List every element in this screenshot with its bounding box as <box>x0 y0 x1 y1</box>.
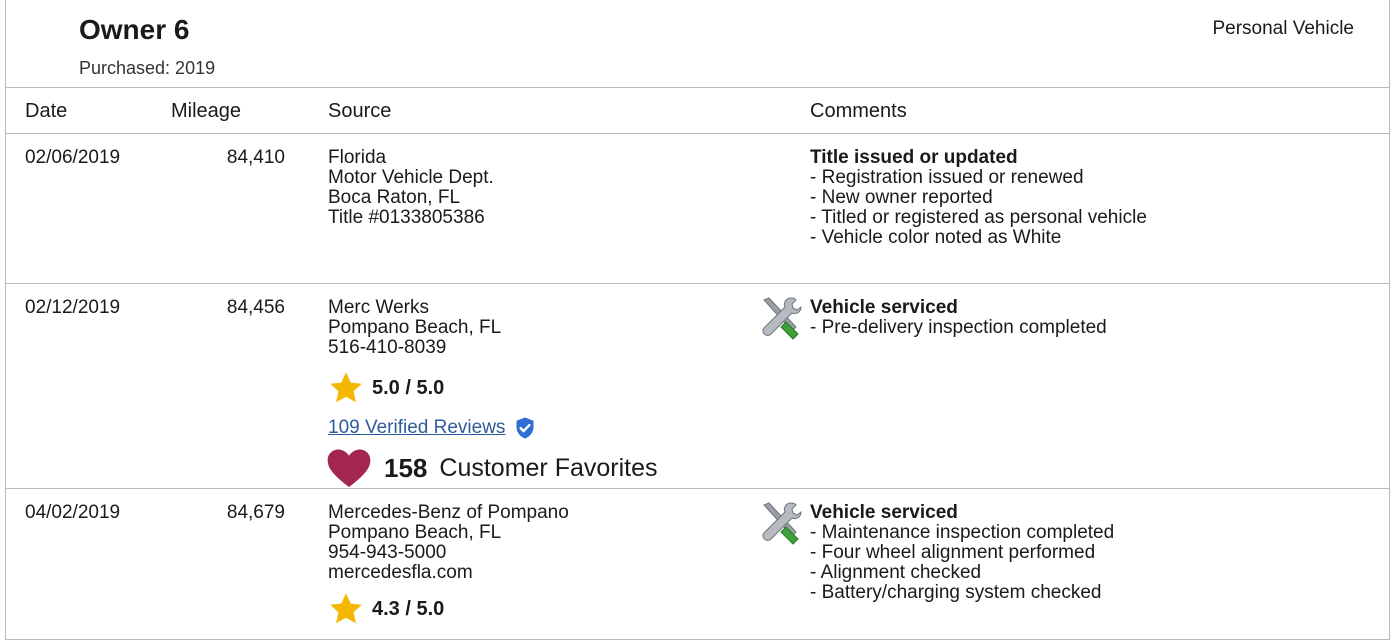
comment-head: Vehicle serviced <box>810 502 958 523</box>
vehicle-type: Personal Vehicle <box>1212 18 1354 39</box>
star-icon <box>330 593 362 624</box>
row-comments: Vehicle serviced - Pre-delivery inspecti… <box>810 298 1107 338</box>
owner-title: Owner 6 <box>79 14 190 45</box>
row-date: 02/12/2019 <box>25 297 121 318</box>
col-date: Date <box>25 100 68 122</box>
customer-favorites: 158 Customer Favorites <box>327 448 658 488</box>
row-mileage: 84,410 <box>226 147 285 168</box>
comment-line: - Titled or registered as personal vehic… <box>810 207 1147 228</box>
row-source: Mercedes-Benz of Pompano Pompano Beach, … <box>328 503 569 627</box>
row-source: Merc Werks Pompano Beach, FL 516-410-803… <box>327 297 658 488</box>
comment-line: - Four wheel alignment performed <box>810 542 1096 563</box>
purchased-year: Purchased: 2019 <box>79 58 216 78</box>
source-line: Mercedes-Benz of Pompano <box>328 502 569 523</box>
favorites-label: Customer Favorites <box>439 454 658 482</box>
col-mileage: Mileage <box>171 100 242 122</box>
comment-line: - New owner reported <box>810 187 993 208</box>
rating-score: 4.3 / 5.0 <box>372 598 445 620</box>
shop-rating: 4.3 / 5.0 <box>328 591 569 627</box>
source-line: Title #0133805386 <box>328 207 485 228</box>
row-mileage: 84,679 <box>226 502 285 523</box>
row-comments: Title issued or updated - Registration i… <box>810 148 1147 248</box>
row-date: 04/02/2019 <box>25 502 121 523</box>
comment-line: - Alignment checked <box>810 562 982 583</box>
row-mileage: 84,456 <box>226 297 285 318</box>
shop-rating: 5.0 / 5.0 <box>328 370 658 406</box>
source-line: Merc Werks <box>328 297 429 318</box>
verified-reviews: 109 Verified Reviews <box>328 416 658 440</box>
comment-line: - Registration issued or renewed <box>810 167 1084 188</box>
comment-head: Vehicle serviced <box>810 297 958 318</box>
source-line: Boca Raton, FL <box>328 187 461 208</box>
table-row: 02/12/2019 84,456 Merc Werks Pompano Bea… <box>6 284 1389 489</box>
star-icon <box>330 372 362 403</box>
source-line: Pompano Beach, FL <box>328 317 502 338</box>
row-date: 02/06/2019 <box>25 147 121 168</box>
heart-icon <box>327 449 371 488</box>
source-line: 954-943-5000 <box>328 542 447 563</box>
table-header: Date Mileage Source Comments <box>6 87 1389 134</box>
row-comments: Vehicle serviced - Maintenance inspectio… <box>810 503 1114 603</box>
source-line: Florida <box>328 147 387 168</box>
col-source: Source <box>328 100 392 122</box>
comment-line: - Maintenance inspection completed <box>810 522 1115 543</box>
table-row: 04/02/2019 84,679 Mercedes-Benz of Pompa… <box>6 489 1389 640</box>
comment-line: - Battery/charging system checked <box>810 582 1102 603</box>
comment-head: Title issued or updated <box>810 147 1018 168</box>
owner-section: Owner 6 Purchased: 2019 Personal Vehicle… <box>5 0 1390 640</box>
wrench-screwdriver-icon <box>762 502 802 545</box>
rating-score: 5.0 / 5.0 <box>372 377 445 399</box>
comment-line: - Vehicle color noted as White <box>810 227 1062 248</box>
col-comments: Comments <box>810 100 907 122</box>
source-line: Motor Vehicle Dept. <box>328 167 494 188</box>
comment-line: - Pre-delivery inspection completed <box>810 317 1107 338</box>
table-row: 02/06/2019 84,410 Florida Motor Vehicle … <box>6 134 1389 284</box>
source-line: Pompano Beach, FL <box>328 522 502 543</box>
verified-shield-icon <box>516 417 534 439</box>
wrench-screwdriver-icon <box>762 297 802 340</box>
favorites-count: 158 <box>384 453 428 483</box>
source-line: 516-410-8039 <box>328 337 447 358</box>
source-line: mercedesfla.com <box>328 562 473 583</box>
verified-reviews-link[interactable]: 109 Verified Reviews <box>328 418 505 438</box>
row-source: Florida Motor Vehicle Dept. Boca Raton, … <box>328 148 494 228</box>
